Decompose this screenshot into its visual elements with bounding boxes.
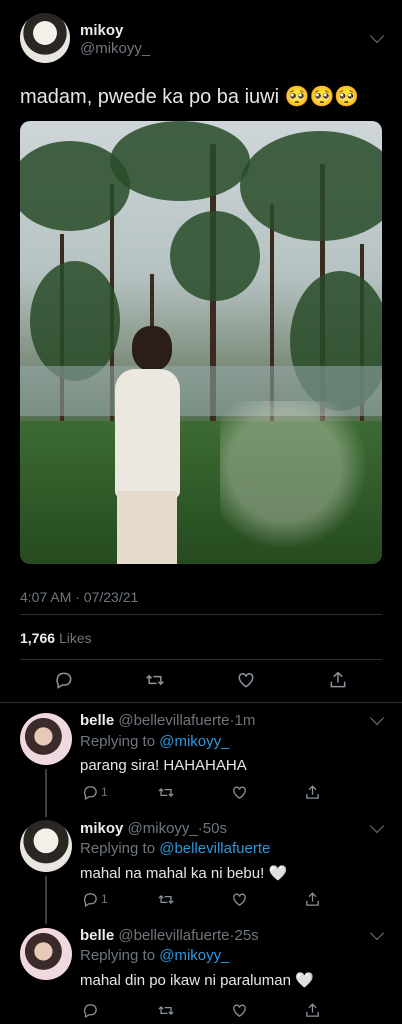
replying-to-link[interactable]: @bellevillafuerte xyxy=(159,840,270,857)
reply-avatar[interactable] xyxy=(20,928,72,980)
replying-label: Replying to xyxy=(80,733,156,750)
tweet-text: madam, pwede ka po ba iuwi 🥺🥺🥺 xyxy=(20,86,360,108)
tweet-photo[interactable] xyxy=(20,121,382,564)
reply-avatar[interactable] xyxy=(20,820,72,872)
replying-label: Replying to xyxy=(80,947,156,964)
reply-author-handle[interactable]: @mikoyy_ xyxy=(128,820,198,837)
likes-number: 1,766 xyxy=(20,630,56,646)
reply-time: 50s xyxy=(202,820,227,837)
divider xyxy=(0,702,402,703)
reply-count: 1 xyxy=(101,892,108,906)
tweet-timestamp: 4:07 AM · 07/23/21 xyxy=(20,589,139,605)
share-icon[interactable] xyxy=(326,668,350,692)
author-name[interactable]: mikoy xyxy=(80,22,123,39)
reply-avatar[interactable] xyxy=(20,713,72,765)
retweet-icon[interactable] xyxy=(156,782,176,802)
thread-line xyxy=(45,769,47,817)
share-icon[interactable] xyxy=(302,889,322,909)
chevron-down-icon[interactable] xyxy=(369,28,385,44)
author-avatar[interactable] xyxy=(20,13,70,63)
divider xyxy=(20,614,382,615)
reply-header: belle @bellevillafuerte·25s xyxy=(80,927,259,944)
reply-time: 1m xyxy=(234,712,256,729)
retweet-icon[interactable] xyxy=(143,668,167,692)
reply-text: mahal din po ikaw ni paraluman 🤍 xyxy=(80,972,314,989)
replying-to-link[interactable]: @mikoyy_ xyxy=(159,947,229,964)
like-icon[interactable] xyxy=(229,889,249,909)
chevron-down-icon[interactable] xyxy=(369,710,385,726)
reply-header: belle @bellevillafuerte·1m xyxy=(80,712,256,729)
share-icon[interactable] xyxy=(302,782,322,802)
reply-author-name[interactable]: belle xyxy=(80,927,114,944)
retweet-icon[interactable] xyxy=(156,1000,176,1020)
likes-count[interactable]: 1,766 Likes xyxy=(20,630,92,646)
like-icon[interactable] xyxy=(229,782,249,802)
reply-icon[interactable] xyxy=(80,889,100,909)
replying-to: Replying to @mikoyy_ xyxy=(80,947,229,964)
reply-author-name[interactable]: mikoy xyxy=(80,820,123,837)
replying-to: Replying to @bellevillafuerte xyxy=(80,840,270,857)
chevron-down-icon[interactable] xyxy=(369,818,385,834)
replying-to: Replying to @mikoyy_ xyxy=(80,733,229,750)
chevron-down-icon[interactable] xyxy=(369,925,385,941)
reply-text: parang sira! HAHAHAHA xyxy=(80,757,247,774)
divider xyxy=(20,659,382,660)
thread-line xyxy=(45,876,47,924)
like-icon[interactable] xyxy=(229,1000,249,1020)
like-icon[interactable] xyxy=(234,668,258,692)
reply-count: 1 xyxy=(101,785,108,799)
reply-author-handle[interactable]: @bellevillafuerte xyxy=(118,712,229,729)
reply-icon[interactable] xyxy=(52,668,76,692)
share-icon[interactable] xyxy=(302,1000,322,1020)
reply-author-handle[interactable]: @bellevillafuerte xyxy=(118,927,229,944)
reply-icon[interactable] xyxy=(80,1000,100,1020)
reply-author-name[interactable]: belle xyxy=(80,712,114,729)
reply-icon[interactable] xyxy=(80,782,100,802)
retweet-icon[interactable] xyxy=(156,889,176,909)
author-handle[interactable]: @mikoyy_ xyxy=(80,40,150,57)
reply-text: mahal na mahal ka ni bebu! 🤍 xyxy=(80,865,288,882)
reply-header: mikoy @mikoyy_·50s xyxy=(80,820,227,837)
replying-to-link[interactable]: @mikoyy_ xyxy=(159,733,229,750)
likes-label: Likes xyxy=(58,630,92,646)
reply-time: 25s xyxy=(234,927,259,944)
replying-label: Replying to xyxy=(80,840,156,857)
